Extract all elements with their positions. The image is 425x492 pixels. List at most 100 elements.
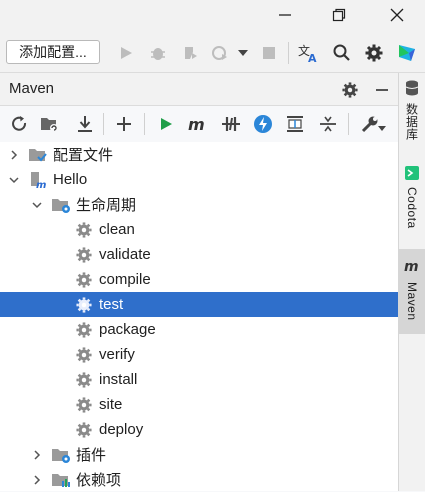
close-icon <box>390 8 404 27</box>
chevron-right-icon[interactable] <box>31 474 43 486</box>
panel-title: Maven <box>9 80 55 97</box>
maven-goal-icon[interactable]: m <box>187 113 209 135</box>
run-icon[interactable] <box>115 42 137 64</box>
svg-text:m: m <box>188 116 205 132</box>
tree-item[interactable]: 插件 <box>0 442 398 467</box>
database-tab-label: 数据库 <box>404 103 419 141</box>
gear-icon <box>74 395 94 415</box>
toolbar-divider <box>288 42 289 64</box>
tree-item-label: compile <box>99 271 151 288</box>
maven-project-icon: m <box>28 170 48 190</box>
minimize-button[interactable] <box>262 0 308 34</box>
add-project-icon[interactable] <box>39 113 61 135</box>
plugins-folder-icon <box>51 445 71 465</box>
restore-icon <box>332 8 346 27</box>
svg-text:A: A <box>308 52 317 63</box>
tree-item[interactable]: site <box>0 392 398 417</box>
run-maven-icon[interactable] <box>155 113 177 135</box>
tree-item-label: package <box>99 321 156 338</box>
chevron-down-icon[interactable] <box>377 118 387 140</box>
toolbar-divider <box>348 113 349 135</box>
tree-item[interactable]: verify <box>0 342 398 367</box>
gear-icon <box>74 420 94 440</box>
tree-item-label: 依赖项 <box>76 472 122 489</box>
tree-item[interactable]: test <box>0 292 398 317</box>
dropdown-icon[interactable] <box>232 42 254 64</box>
chevron-down-icon[interactable] <box>8 174 20 186</box>
add-configuration-button[interactable]: 添加配置... <box>6 40 100 64</box>
tree-item-label: install <box>99 371 138 388</box>
skip-tests-icon[interactable] <box>220 113 242 135</box>
codota-icon <box>405 166 419 183</box>
toolbar-divider <box>103 113 104 135</box>
tree-item[interactable]: package <box>0 317 398 342</box>
download-icon[interactable] <box>74 113 96 135</box>
gear-icon <box>74 245 94 265</box>
tree-item[interactable]: m Hello <box>0 167 398 192</box>
chevron-down-icon[interactable] <box>31 199 43 211</box>
tree-item-label: validate <box>99 246 151 263</box>
gear-icon <box>74 320 94 340</box>
dependencies-folder-icon <box>51 470 71 490</box>
tree-item[interactable]: clean <box>0 217 398 242</box>
tree-item[interactable]: compile <box>0 267 398 292</box>
translate-icon[interactable]: 文A <box>298 42 320 64</box>
offline-icon[interactable] <box>252 113 274 135</box>
chevron-right-icon[interactable] <box>8 149 20 161</box>
hide-icon[interactable] <box>371 79 393 101</box>
restore-button[interactable] <box>316 0 362 34</box>
tree-item-label: clean <box>99 221 135 238</box>
close-button[interactable] <box>374 0 420 34</box>
maven-tab[interactable]: m Maven <box>399 249 425 334</box>
chevron-right-icon[interactable] <box>31 449 43 461</box>
tree-item-label: deploy <box>99 421 144 438</box>
jetbrains-logo-icon[interactable] <box>396 42 418 64</box>
gear-icon <box>74 295 94 315</box>
settings-icon[interactable] <box>363 42 385 64</box>
stop-icon[interactable] <box>258 42 280 64</box>
minimize-icon <box>278 8 292 27</box>
tree-item-label: 配置文件 <box>53 147 114 164</box>
tree-item[interactable]: deploy <box>0 417 398 442</box>
maven-m-icon: m <box>404 259 420 276</box>
debug-icon[interactable] <box>147 42 169 64</box>
svg-text:m: m <box>404 259 419 273</box>
search-icon[interactable] <box>331 42 353 64</box>
codota-tab[interactable]: Codota <box>399 166 425 238</box>
coverage-icon[interactable] <box>179 42 201 64</box>
gear-icon <box>74 345 94 365</box>
gear-icon <box>74 270 94 290</box>
tree-item-label: 插件 <box>76 447 107 464</box>
tree-item-label: site <box>99 396 123 413</box>
plus-icon[interactable] <box>113 113 135 135</box>
reload-icon[interactable] <box>8 113 30 135</box>
gear-icon[interactable] <box>339 79 361 101</box>
tree-item-label: Hello <box>53 171 88 188</box>
show-dependencies-icon[interactable] <box>284 113 306 135</box>
tree-item[interactable]: 配置文件 <box>0 142 398 167</box>
database-icon <box>405 80 419 99</box>
tree-item[interactable]: install <box>0 367 398 392</box>
database-tab[interactable]: 数据库 <box>399 80 425 150</box>
tree-item-label: verify <box>99 346 135 363</box>
toolbar-divider <box>144 113 145 135</box>
tree-item[interactable]: validate <box>0 242 398 267</box>
tree-item[interactable]: 依赖项 <box>0 467 398 492</box>
collapse-icon[interactable] <box>317 113 339 135</box>
profiles-folder-icon <box>28 145 48 165</box>
tree-item-label: test <box>99 296 124 313</box>
tree-item-label: 生命周期 <box>76 197 137 214</box>
profile-icon[interactable] <box>209 42 231 64</box>
gear-icon <box>74 220 94 240</box>
tree-item[interactable]: 生命周期 <box>0 192 398 217</box>
gear-icon <box>74 370 94 390</box>
